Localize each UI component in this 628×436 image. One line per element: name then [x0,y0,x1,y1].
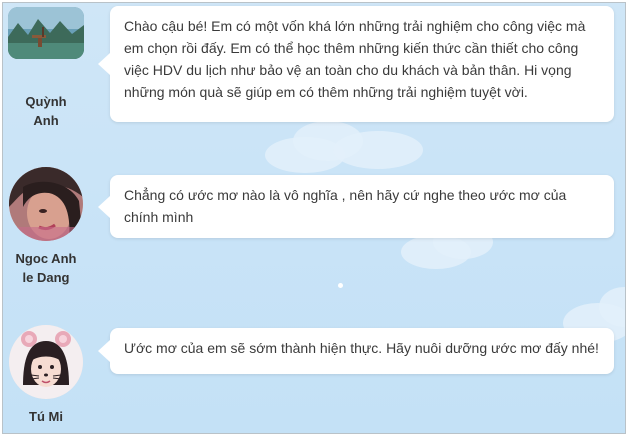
comment-bubble: Ước mơ của em sẽ sớm thành hiện thực. Hã… [98,328,614,374]
carousel-dot[interactable] [338,283,343,288]
woman-portrait-avatar [9,167,83,241]
comment-bubble: Chào cậu bé! Em có một vốn khá lớn những… [98,6,614,122]
comment-text: Chào cậu bé! Em có một vốn khá lớn những… [124,18,586,100]
avatar [9,167,83,241]
landscape-photo-avatar [8,7,84,59]
comment-text: Ước mơ của em sẽ sớm thành hiện thực. Hã… [124,340,599,356]
avatar [9,325,83,399]
testimonials-panel: Quỳnh Anh Chào cậu bé! Em có một vốn khá… [2,2,626,434]
comment-bubble: Chẳng có ước mơ nào là vô nghĩa , nên hã… [98,175,614,238]
comment-text: Chẳng có ước mơ nào là vô nghĩa , nên hã… [124,187,567,225]
girl-cat-filter-avatar [9,325,83,399]
avatar [8,7,84,59]
author-name: Ngoc Anh le Dang [15,251,77,285]
author-name: Tú Mi [29,409,63,424]
author-name: Quỳnh Anh [25,94,67,128]
